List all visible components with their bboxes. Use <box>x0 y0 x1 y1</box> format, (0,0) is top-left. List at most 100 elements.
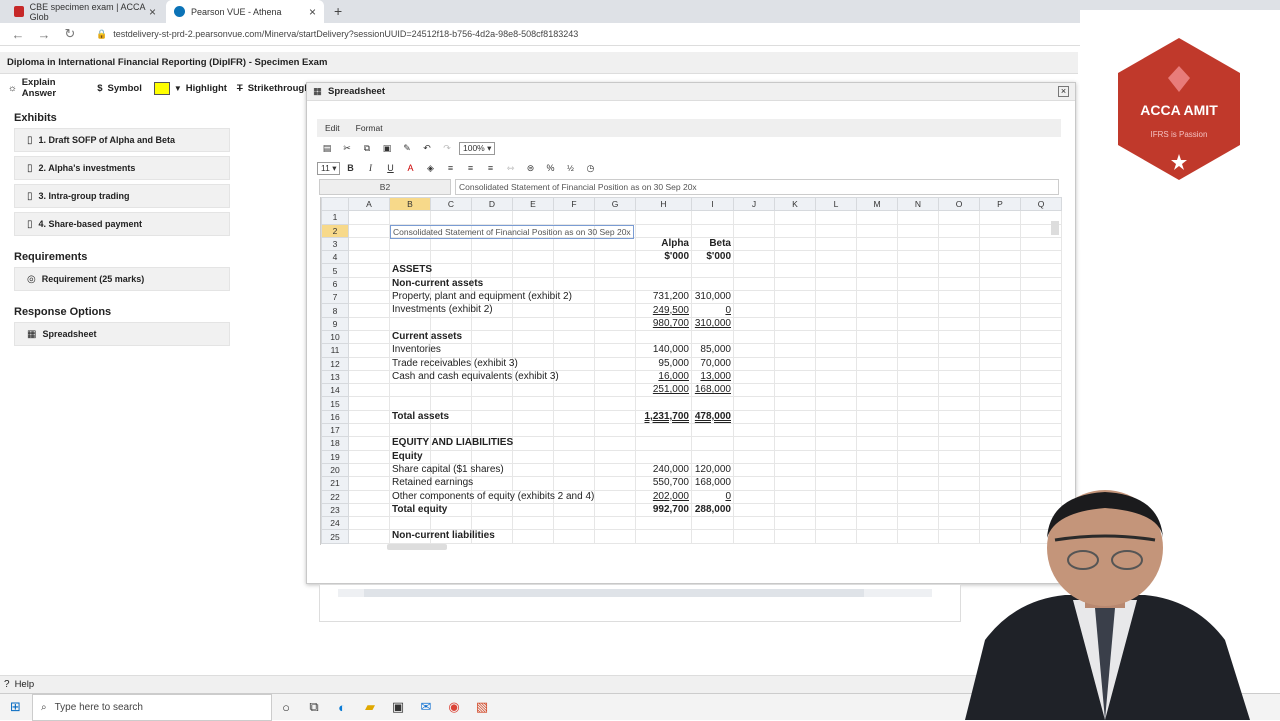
cell-a22[interactable] <box>348 489 390 504</box>
cell-b10[interactable]: Current assets <box>389 329 462 345</box>
cell-h18[interactable] <box>635 436 692 451</box>
row-header[interactable]: 21 <box>321 476 349 491</box>
cell-k4[interactable] <box>774 250 816 265</box>
cell-c19[interactable] <box>430 449 472 464</box>
cell-b17[interactable] <box>389 423 431 438</box>
cell-m12[interactable] <box>856 356 898 371</box>
cell-m4[interactable] <box>856 250 898 265</box>
cell-j23[interactable] <box>733 502 775 518</box>
cell-d1[interactable] <box>471 210 513 225</box>
cell-f5[interactable] <box>553 263 595 278</box>
new-doc-icon[interactable]: ▤ <box>317 143 337 154</box>
cell-j9[interactable] <box>733 316 775 331</box>
cell-i23[interactable]: 288,000 <box>691 502 734 518</box>
cell-h19[interactable] <box>635 449 692 464</box>
cell-g4[interactable] <box>594 250 636 265</box>
cell-e12[interactable] <box>512 356 554 371</box>
cell-d9[interactable] <box>471 316 513 331</box>
help-link[interactable]: Help <box>15 679 35 690</box>
cell-o14[interactable] <box>938 383 980 398</box>
cell-j7[interactable] <box>733 290 775 305</box>
cell-h14[interactable]: 251,000 <box>635 383 692 398</box>
lock-icon[interactable]: 🔒 <box>96 29 107 40</box>
response-spreadsheet[interactable]: ▦ Spreadsheet <box>14 322 230 346</box>
exhibit-4[interactable]: ▯ 4. Share-based payment <box>14 212 230 236</box>
row-header[interactable]: 9 <box>321 316 349 331</box>
row-header[interactable]: 20 <box>321 462 349 478</box>
cell-k21[interactable] <box>774 476 816 491</box>
cell-o8[interactable] <box>938 303 980 318</box>
cell-q16[interactable] <box>1020 409 1062 425</box>
cell-j17[interactable] <box>733 423 775 438</box>
column-header-p[interactable]: P <box>979 197 1021 212</box>
cell-q11[interactable] <box>1020 343 1062 358</box>
cell-c17[interactable] <box>430 423 472 438</box>
cell-l12[interactable] <box>815 356 857 371</box>
cell-n4[interactable] <box>897 250 939 265</box>
copy-icon[interactable]: ⧉ <box>357 143 377 154</box>
cell-e6[interactable] <box>512 276 554 292</box>
cell-l14[interactable] <box>815 383 857 398</box>
cell-f1[interactable] <box>553 210 595 225</box>
undo-icon[interactable]: ↶ <box>417 143 437 154</box>
cell-a19[interactable] <box>348 449 390 464</box>
cell-j13[interactable] <box>733 369 775 385</box>
format-painter-icon[interactable]: ✎ <box>397 143 417 154</box>
cell-n10[interactable] <box>897 329 939 345</box>
fraction-icon[interactable]: ½ <box>560 164 580 173</box>
cell-n25[interactable] <box>897 529 939 544</box>
cut-icon[interactable]: ✂ <box>337 143 357 154</box>
cell-k23[interactable] <box>774 502 816 518</box>
cell-j1[interactable] <box>733 210 775 225</box>
cell-h23[interactable]: 992,700 <box>635 502 692 518</box>
cell-i13[interactable]: 13,000 <box>691 369 734 385</box>
cell-q18[interactable] <box>1020 436 1062 451</box>
cell-j11[interactable] <box>733 343 775 358</box>
office-app-icon[interactable]: ▧ <box>468 699 496 715</box>
cell-a23[interactable] <box>348 502 390 518</box>
cell-j12[interactable] <box>733 356 775 371</box>
horizontal-scrollbar[interactable] <box>387 544 447 550</box>
cell-h12[interactable]: 95,000 <box>635 356 692 371</box>
cell-b18[interactable]: EQUITY AND LIABILITIES <box>389 436 513 451</box>
cell-p20[interactable] <box>979 462 1021 478</box>
paste-icon[interactable]: ▣ <box>377 143 397 154</box>
cell-d11[interactable] <box>471 343 513 358</box>
row-header[interactable]: 18 <box>321 436 349 451</box>
cell-f21[interactable] <box>553 476 595 491</box>
cell-d16[interactable] <box>471 409 513 425</box>
cell-e17[interactable] <box>512 423 554 438</box>
row-header[interactable]: 13 <box>321 369 349 385</box>
cell-f9[interactable] <box>553 316 595 331</box>
cell-o7[interactable] <box>938 290 980 305</box>
cell-n14[interactable] <box>897 383 939 398</box>
cell-i17[interactable] <box>691 423 734 438</box>
cell-q3[interactable] <box>1020 236 1062 252</box>
grid-table[interactable]: ABCDEFGHIJKLMNOPQ 1 2 Consolidated Stateme… <box>321 197 1062 544</box>
cell-i16[interactable]: 478,000 <box>691 409 734 425</box>
cell-n3[interactable] <box>897 236 939 252</box>
cell-p17[interactable] <box>979 423 1021 438</box>
cell-f3[interactable] <box>553 236 595 252</box>
cell-n20[interactable] <box>897 462 939 478</box>
browser-tab-pearson[interactable]: Pearson VUE - Athena × <box>166 0 324 23</box>
cell-f4[interactable] <box>553 250 595 265</box>
cell-i12[interactable]: 70,000 <box>691 356 734 371</box>
row-header[interactable]: 17 <box>321 423 349 438</box>
cell-d4[interactable] <box>471 250 513 265</box>
cell-o13[interactable] <box>938 369 980 385</box>
cell-n22[interactable] <box>897 489 939 504</box>
cell-q12[interactable] <box>1020 356 1062 371</box>
cell-p7[interactable] <box>979 290 1021 305</box>
cell-m22[interactable] <box>856 489 898 504</box>
cell-q14[interactable] <box>1020 383 1062 398</box>
cell-c24[interactable] <box>430 516 472 531</box>
cell-k1[interactable] <box>774 210 816 225</box>
cell-g14[interactable] <box>594 383 636 398</box>
cell-m1[interactable] <box>856 210 898 225</box>
cell-o9[interactable] <box>938 316 980 331</box>
cell-b1[interactable] <box>389 210 431 225</box>
cell-b11[interactable]: Inventories <box>389 343 441 358</box>
redo-icon[interactable]: ↷ <box>437 143 457 154</box>
cell-f13[interactable] <box>553 369 595 385</box>
